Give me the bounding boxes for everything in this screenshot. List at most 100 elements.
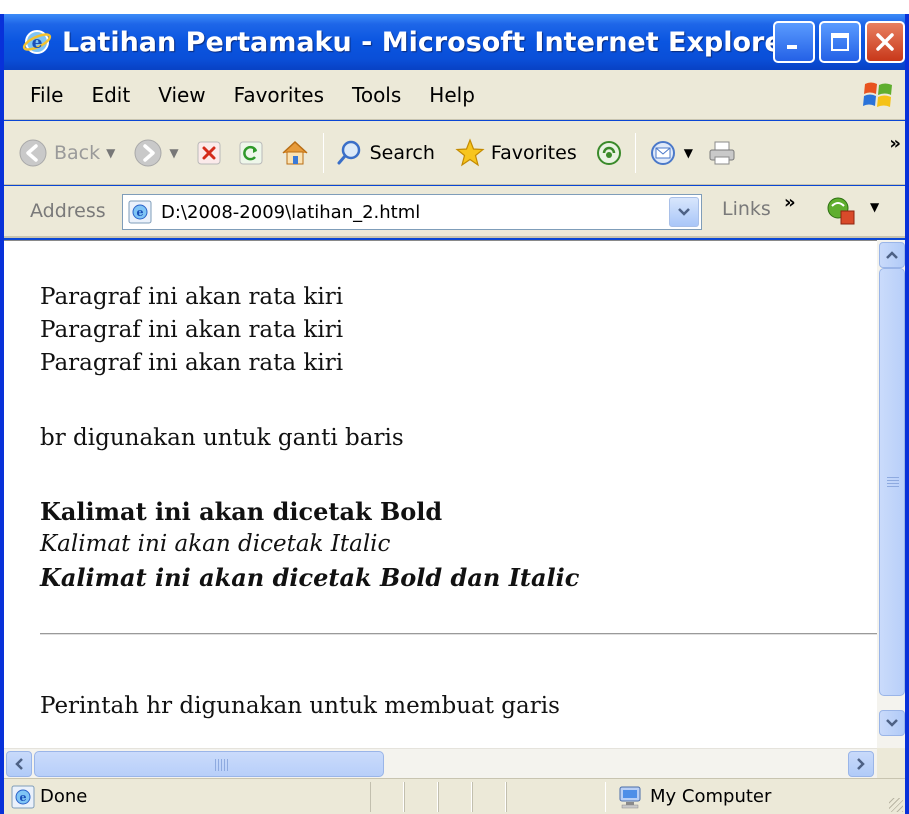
title-bar[interactable]: e Latihan Pertamaku - Microsoft Internet…	[4, 14, 905, 70]
standard-toolbar: Back ▼ ▼ Search Favorites ▼ »	[4, 121, 905, 185]
mail-dropdown-icon[interactable]: ▼	[684, 146, 693, 160]
scroll-left-button[interactable]	[6, 751, 32, 777]
scroll-right-button[interactable]	[848, 751, 874, 777]
media-icon	[596, 140, 621, 165]
vertical-scrollbar[interactable]	[877, 240, 905, 748]
close-icon	[876, 33, 894, 51]
forward-button[interactable]: ▼	[133, 138, 179, 168]
toolbar-separator	[322, 132, 324, 173]
mail-icon	[650, 140, 675, 165]
stop-button[interactable]	[195, 139, 223, 167]
status-bar: e Done My Computer	[4, 778, 905, 814]
status-text: Done	[40, 786, 88, 807]
paragraph-left-2: Paragraf ini akan rata kiri	[40, 317, 344, 343]
back-button[interactable]: Back ▼	[18, 138, 115, 168]
page-content: Paragraf ini akan rata kiri Paragraf ini…	[4, 240, 878, 748]
maximize-icon	[831, 33, 849, 51]
menu-edit[interactable]: Edit	[91, 83, 130, 107]
browser-window: e Latihan Pertamaku - Microsoft Internet…	[0, 14, 909, 814]
horizontal-scroll-thumb[interactable]	[34, 751, 384, 777]
print-button[interactable]	[707, 139, 737, 167]
status-panel	[404, 782, 438, 812]
address-dropdown-button[interactable]	[669, 197, 699, 227]
scroll-grip	[887, 477, 899, 489]
discuss-icon[interactable]	[824, 194, 858, 228]
svg-text:e: e	[32, 33, 43, 53]
refresh-button[interactable]	[237, 139, 265, 167]
status-panel	[438, 782, 472, 812]
minimize-icon	[787, 45, 797, 49]
mail-button[interactable]: ▼	[648, 139, 693, 167]
window-controls	[773, 21, 905, 63]
page-icon: e	[128, 200, 152, 224]
address-value: D:\2008-2009\latihan_2.html	[161, 201, 421, 223]
horizontal-rule	[40, 633, 878, 635]
chevron-down-icon	[886, 719, 898, 727]
favorites-button[interactable]: Favorites	[455, 137, 577, 168]
italic-text: Kalimat ini akan dicetak Italic	[40, 531, 391, 557]
resize-grip[interactable]	[889, 798, 903, 812]
media-button[interactable]	[595, 139, 623, 167]
window-title: Latihan Pertamaku - Microsoft Internet E…	[62, 26, 796, 58]
hr-paragraph: Perintah hr digunakan untuk membuat gari…	[40, 693, 560, 719]
status-panel	[370, 782, 404, 812]
address-input[interactable]: e D:\2008-2009\latihan_2.html	[122, 194, 702, 230]
my-computer-icon	[616, 783, 644, 811]
back-dropdown-icon[interactable]: ▼	[106, 146, 115, 160]
top-strip	[0, 0, 909, 14]
menu-favorites[interactable]: Favorites	[234, 83, 324, 107]
scroll-down-button[interactable]	[879, 710, 905, 736]
svg-text:e: e	[20, 791, 27, 804]
minimize-button[interactable]	[773, 21, 815, 63]
toolbar-separator-2	[634, 132, 636, 173]
links-label[interactable]: Links	[722, 198, 771, 220]
menu-tools[interactable]: Tools	[352, 83, 401, 107]
maximize-button[interactable]	[819, 21, 861, 63]
bold-text: Kalimat ini akan dicetak Bold	[40, 497, 443, 526]
forward-dropdown-icon[interactable]: ▼	[169, 146, 178, 160]
links-dropdown-icon[interactable]: ▼	[870, 200, 879, 214]
paragraph-left-3: Paragraf ini akan rata kiri	[40, 350, 344, 376]
back-label: Back	[54, 141, 101, 164]
toolbar-overflow-button[interactable]: »	[889, 133, 901, 154]
chevron-down-icon	[678, 208, 690, 216]
forward-arrow-icon	[134, 139, 162, 166]
search-icon	[337, 140, 360, 164]
chevron-left-icon	[15, 758, 23, 770]
page-done-icon: e	[10, 784, 36, 810]
menu-help[interactable]: Help	[429, 83, 475, 107]
paragraph-left-1: Paragraf ini akan rata kiri	[40, 284, 344, 310]
ie-icon: e	[22, 27, 52, 57]
links-overflow-button[interactable]: »	[784, 192, 796, 213]
status-panel	[472, 782, 506, 812]
stop-icon	[197, 141, 221, 164]
chevron-right-icon	[857, 758, 865, 770]
horizontal-scrollbar[interactable]	[4, 748, 877, 778]
home-button[interactable]	[279, 138, 311, 168]
security-zone-text: My Computer	[650, 786, 772, 807]
home-icon	[282, 140, 308, 164]
bold-italic-text: Kalimat ini akan dicetak Bold dan Italic	[40, 563, 580, 592]
favorites-label: Favorites	[490, 141, 577, 164]
br-paragraph: br digunakan untuk ganti baris	[40, 425, 404, 451]
scroll-up-button[interactable]	[879, 242, 905, 268]
scrollbar-corner	[877, 748, 905, 778]
address-bar: Address e D:\2008-2009\latihan_2.html Li…	[4, 186, 905, 238]
close-button[interactable]	[865, 21, 905, 63]
back-arrow-icon	[19, 139, 47, 166]
menu-file[interactable]: File	[30, 83, 63, 107]
refresh-icon	[239, 141, 263, 164]
address-label: Address	[30, 200, 106, 222]
menu-view[interactable]: View	[158, 83, 205, 107]
vertical-scroll-thumb[interactable]	[879, 268, 905, 696]
menu-bar: File Edit View Favorites Tools Help	[4, 70, 905, 120]
scroll-grip	[215, 759, 229, 771]
chevron-up-icon	[886, 251, 898, 259]
svg-text:e: e	[137, 206, 144, 219]
star-icon	[455, 137, 485, 166]
search-label: Search	[369, 141, 435, 164]
document-body: Paragraf ini akan rata kiri Paragraf ini…	[40, 281, 579, 594]
search-button[interactable]: Search	[336, 139, 435, 167]
